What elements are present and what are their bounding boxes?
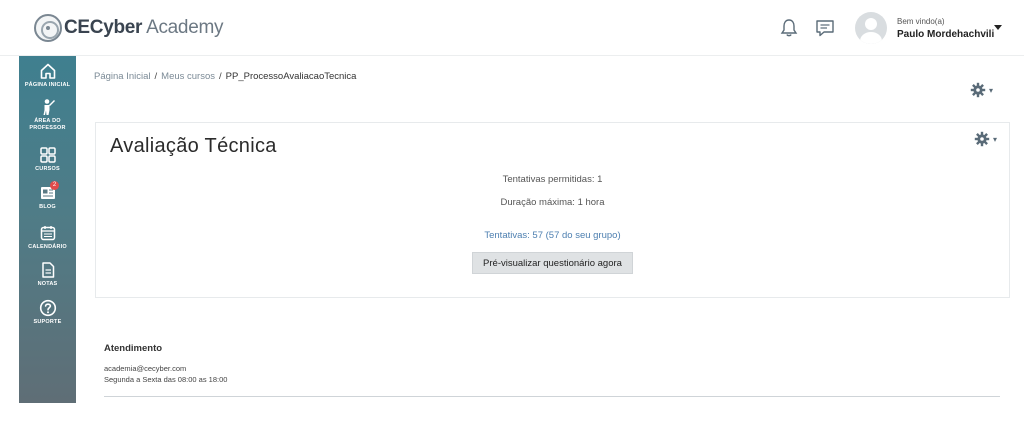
home-icon xyxy=(40,63,55,79)
sidebar-item-support[interactable]: SUPORTE xyxy=(19,299,76,326)
notifications-bell-icon[interactable] xyxy=(780,18,798,38)
sidebar-item-home[interactable]: PÁGINA INICIAL xyxy=(19,62,76,89)
breadcrumb-separator: / xyxy=(154,71,158,82)
chevron-down-icon: ▾ xyxy=(993,134,998,144)
sidebar-item-calendar[interactable]: CALENDÁRIO xyxy=(19,224,76,251)
breadcrumb-courses-link[interactable]: Meus cursos xyxy=(161,71,215,82)
page-settings-menu[interactable]: ▾ xyxy=(970,82,993,98)
sidebar-item-label: CALENDÁRIO xyxy=(28,244,67,250)
logo-text: CECyber Academy xyxy=(64,17,224,38)
welcome-text: Bem vindo(a) xyxy=(897,17,945,26)
gear-icon xyxy=(974,131,990,147)
sidebar-item-label: CURSOS xyxy=(35,166,60,172)
footer-email[interactable]: academia@cecyber.com xyxy=(104,364,186,373)
sidebar-item-label: BLOG xyxy=(39,204,56,210)
gear-icon xyxy=(970,82,986,98)
blog-notification-badge: 2 xyxy=(50,181,59,190)
attempts-link[interactable]: Tentativas: 57 (57 do seu grupo) xyxy=(484,230,620,241)
sidebar-item-teacher-area[interactable]: ÁREA DO PROFESSOR xyxy=(19,98,76,132)
breadcrumb-current-course[interactable]: PP_ProcessoAvaliacaoTecnica xyxy=(226,71,357,82)
messages-icon[interactable] xyxy=(815,18,835,38)
footer-divider xyxy=(104,396,1000,397)
teacher-icon xyxy=(43,99,55,115)
courses-grid-icon xyxy=(39,147,56,163)
allowed-attempts-text: Tentativas permitidas: 1 xyxy=(502,174,603,185)
sidebar-item-courses[interactable]: CURSOS xyxy=(19,146,76,173)
sidebar-item-grades[interactable]: NOTAS xyxy=(19,261,76,288)
sidebar-item-label: SUPORTE xyxy=(33,319,62,325)
footer-hours: Segunda a Sexta das 08:00 as 18:00 xyxy=(104,375,228,384)
sidebar-item-label: PÁGINA INICIAL xyxy=(24,82,71,88)
sidebar-item-blog[interactable]: 2 BLOG xyxy=(19,181,76,211)
site-logo[interactable]: CECyber Academy xyxy=(34,14,223,42)
top-navbar: CECyber Academy Bem vindo(a) Paulo Morde… xyxy=(0,0,1024,56)
notes-icon xyxy=(41,262,54,278)
user-menu-caret-icon[interactable] xyxy=(994,25,1002,30)
attempts-summary-link: Tentativas: 57 (57 do seu grupo) xyxy=(96,230,1009,241)
breadcrumb-separator: / xyxy=(219,71,222,82)
quiz-settings-menu[interactable]: ▾ xyxy=(974,131,997,147)
max-duration-text: Duração máxima: 1 hora xyxy=(500,197,605,208)
breadcrumb-home-link[interactable]: Página Inicial xyxy=(94,71,151,82)
user-name[interactable]: Paulo Mordehachvili xyxy=(897,29,994,40)
quiz-card: Avaliação Técnica ▾ Tentativas permitida… xyxy=(95,122,1010,298)
help-icon xyxy=(39,299,56,317)
page-title: Avaliação Técnica xyxy=(110,135,277,157)
preview-quiz-button[interactable]: Pré-visualizar questionário agora xyxy=(472,252,633,274)
user-avatar[interactable] xyxy=(855,12,887,44)
chevron-down-icon: ▾ xyxy=(989,85,994,95)
footer-title: Atendimento xyxy=(104,343,163,354)
sidebar-item-label: NOTAS xyxy=(37,281,58,287)
calendar-icon xyxy=(40,226,55,241)
breadcrumb: Página Inicial / Meus cursos / PP_ProcessoAv… xyxy=(94,71,356,82)
left-sidebar: PÁGINA INICIAL ÁREA DO PROFESSOR CURSOS … xyxy=(19,56,76,403)
logo-emblem-icon xyxy=(34,14,62,42)
sidebar-item-label: ÁREA DO PROFESSOR xyxy=(29,118,66,131)
